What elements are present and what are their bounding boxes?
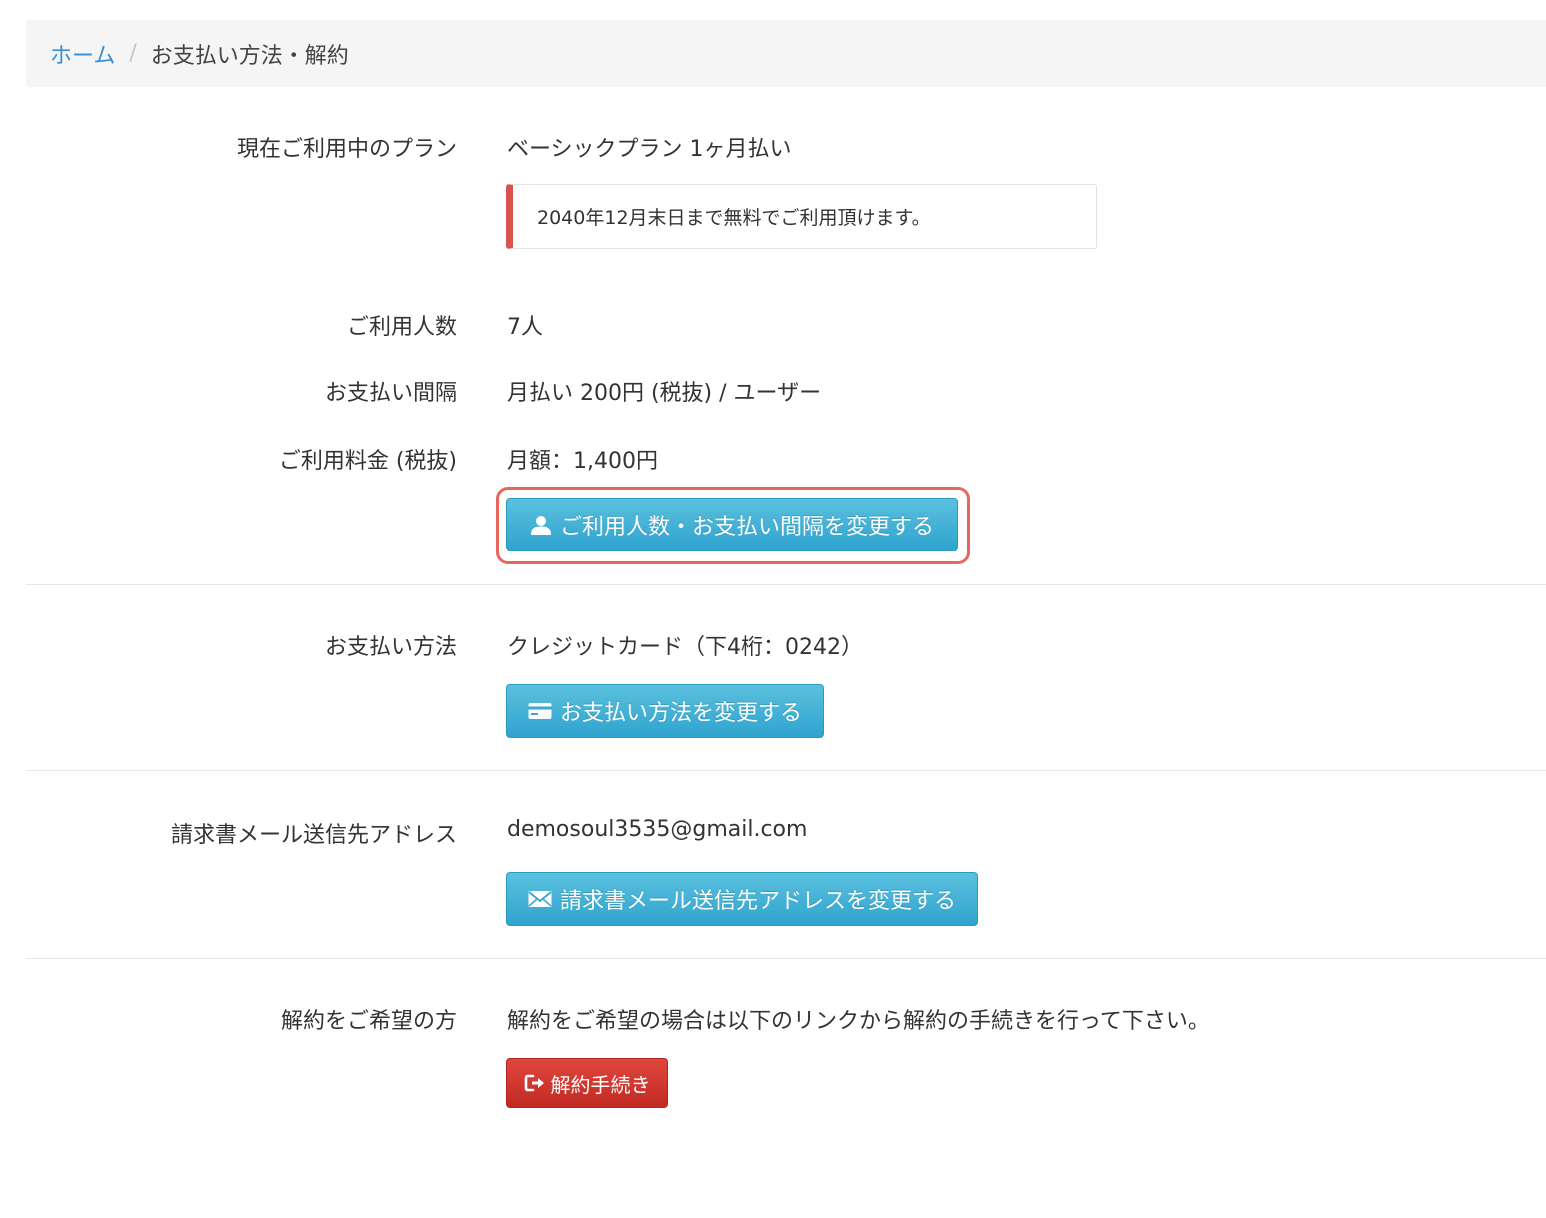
interval-value: 月払い 200円 (税抜) / ユーザー: [507, 381, 822, 406]
breadcrumb: ホーム / お支払い方法・解約: [26, 20, 1546, 87]
sign-out-icon: [524, 1073, 546, 1093]
breadcrumb-separator: /: [129, 41, 137, 66]
users-value: 7人: [507, 315, 543, 340]
breadcrumb-current: お支払い方法・解約: [150, 43, 349, 69]
cancellation-label: 解約をご希望の方: [280, 1009, 457, 1034]
payment-method-label: お支払い方法: [324, 635, 457, 660]
payment-method-value: クレジットカード（下4桁：0242）: [507, 635, 863, 660]
plan-label: 現在ご利用中のプラン: [236, 137, 457, 162]
divider: [26, 770, 1546, 771]
envelope-icon: [528, 890, 552, 908]
change-users-interval-button[interactable]: ご利用人数・お支払い間隔を変更する: [506, 498, 958, 551]
change-invoice-email-button-label: 請求書メール送信先アドレスを変更する: [559, 889, 956, 914]
divider: [26, 584, 1546, 585]
users-label: ご利用人数: [346, 315, 457, 340]
invoice-email-value: demosoul3535@gmail.com: [507, 817, 808, 842]
free-period-notice: 2040年12月末日まで無料でご利用頂けます。: [506, 184, 1097, 249]
invoice-email-label: 請求書メール送信先アドレス: [170, 823, 457, 848]
change-payment-method-button[interactable]: お支払い方法を変更する: [506, 684, 824, 738]
plan-value: ベーシックプラン 1ヶ月払い: [507, 137, 792, 162]
interval-label: お支払い間隔: [324, 381, 457, 406]
user-icon: [530, 514, 552, 536]
divider: [26, 958, 1546, 959]
credit-card-icon: [528, 702, 552, 720]
cancellation-button-label: 解約手続き: [550, 1072, 651, 1097]
fee-value: 月額：1,400円: [507, 449, 658, 474]
fee-label: ご利用料金 (税抜): [278, 449, 457, 474]
change-users-interval-button-label: ご利用人数・お支払い間隔を変更する: [559, 514, 934, 540]
free-period-notice-text: 2040年12月末日まで無料でご利用頂けます。: [537, 207, 931, 229]
change-payment-method-button-label: お支払い方法を変更する: [559, 701, 802, 726]
change-invoice-email-button[interactable]: 請求書メール送信先アドレスを変更する: [506, 872, 978, 926]
breadcrumb-home-link[interactable]: ホーム: [50, 38, 115, 70]
cancellation-description: 解約をご希望の場合は以下のリンクから解約の手続きを行って下さい。: [507, 1009, 1210, 1034]
cancellation-button[interactable]: 解約手続き: [506, 1058, 668, 1108]
